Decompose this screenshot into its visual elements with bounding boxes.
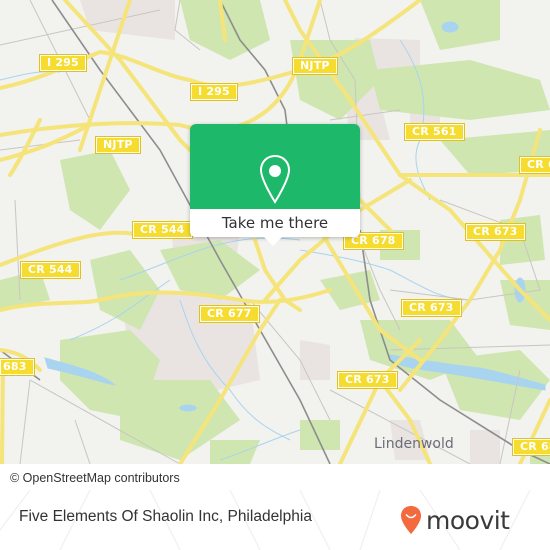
road-label-cr673: CR 673 (337, 371, 398, 389)
place-label-lindenwold: Lindenwold (374, 436, 454, 452)
road-label-cr673: CR 673 (465, 223, 526, 241)
place-title: Five Elements Of Shaolin Inc, Philadelph… (19, 508, 312, 525)
map-view[interactable]: I 295 I 295 NJTP NJTP CR 561 CR 6 CR 544… (0, 0, 550, 464)
road-label-cr677: CR 677 (199, 305, 260, 323)
road-label-cr544: CR 544 (20, 261, 81, 279)
road-label-cr561: CR 561 (404, 123, 465, 141)
popup-header (190, 124, 360, 209)
moovit-pin-icon (401, 506, 421, 534)
destination-popup: Take me there (190, 124, 360, 246)
footer-bar: Five Elements Of Shaolin Inc, Philadelph… (0, 490, 550, 550)
road-label-njtp: NJTP (95, 136, 141, 154)
moovit-logo[interactable]: moovit (400, 502, 510, 538)
location-pin-icon (259, 154, 291, 204)
road-label-i295: I 295 (190, 83, 238, 101)
road-label-cr6: CR 6 (519, 156, 550, 174)
road-label-njtp: NJTP (292, 57, 338, 75)
road-label-cr544: CR 544 (132, 221, 193, 239)
road-label-cr673: CR 673 (401, 299, 462, 317)
take-me-there-button[interactable]: Take me there (190, 209, 360, 237)
road-label-cr68: CR 68 (512, 438, 550, 456)
road-label-i295: I 295 (39, 54, 87, 72)
moovit-wordmark: moovit (426, 505, 510, 535)
map-attribution[interactable]: © OpenStreetMap contributors (0, 467, 188, 489)
road-label-cr683: 683 (0, 358, 35, 376)
popup-pointer (263, 236, 283, 246)
